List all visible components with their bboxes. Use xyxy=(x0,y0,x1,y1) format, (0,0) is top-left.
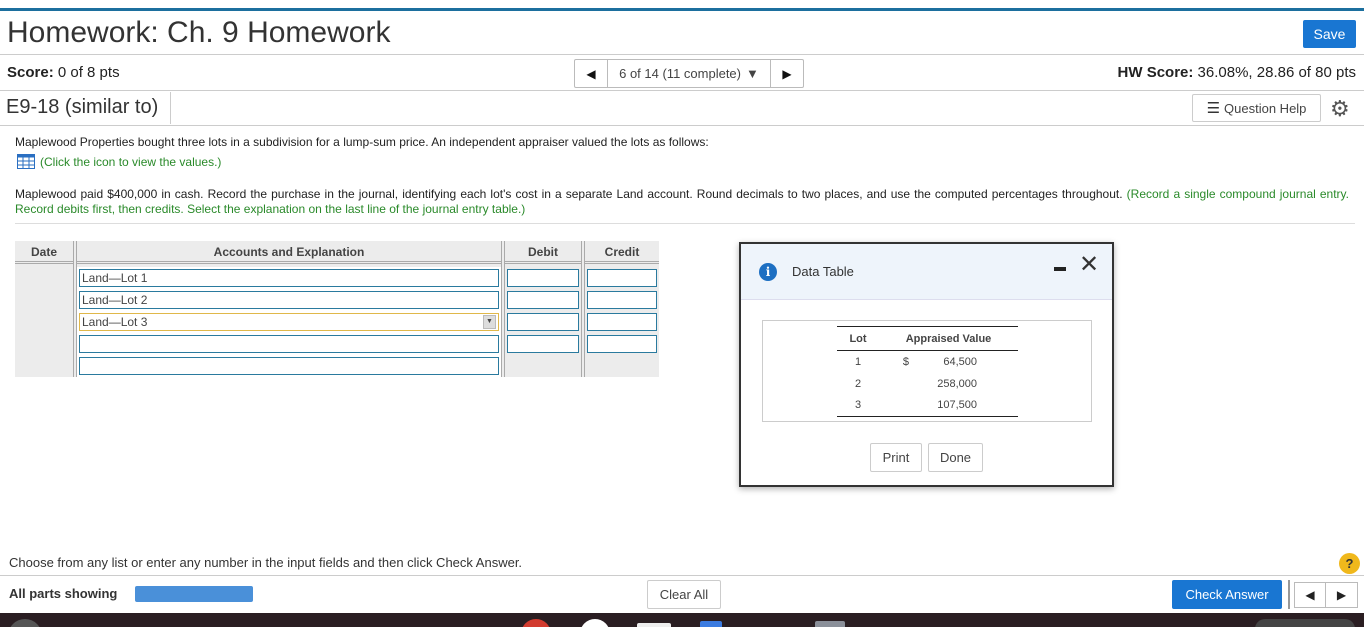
gear-icon[interactable]: ⚙ xyxy=(1330,96,1350,122)
done-button[interactable]: Done xyxy=(928,443,983,472)
prev-question-button[interactable]: ◀ xyxy=(575,60,607,87)
divider xyxy=(0,54,1364,55)
next-question-button[interactable]: ▶ xyxy=(1326,583,1357,607)
question-selector[interactable]: 6 of 14 (11 complete) ▼ xyxy=(607,60,771,87)
footer-navigator: ◀ ▶ xyxy=(1294,582,1358,608)
value-cell: 64,500 xyxy=(943,355,977,368)
info-icon: i xyxy=(759,263,777,281)
journal-table: Date Accounts and Explanation Debit Cred… xyxy=(15,241,659,377)
print-button[interactable]: Print xyxy=(870,443,922,472)
debit-input-3[interactable] xyxy=(507,313,579,331)
check-answer-button[interactable]: Check Answer xyxy=(1172,580,1282,609)
value-cell: 107,500 xyxy=(909,394,1018,417)
credit-input-1[interactable] xyxy=(587,269,657,287)
app-icon[interactable] xyxy=(637,623,671,627)
question-help-button[interactable]: ☰ Question Help xyxy=(1192,94,1321,122)
help-icon[interactable]: ? xyxy=(1339,553,1360,574)
column-divider xyxy=(581,241,585,377)
account-select-3[interactable]: Land—Lot 3 ▼ xyxy=(79,313,499,331)
credit-input-3[interactable] xyxy=(587,313,657,331)
divider xyxy=(1288,580,1290,609)
question-instructions: Maplewood paid $400,000 in cash. Record … xyxy=(15,187,1349,216)
header-credit: Credit xyxy=(585,241,659,264)
list-icon: ☰ xyxy=(1206,100,1221,117)
account-input-4[interactable] xyxy=(79,335,499,353)
hw-score: HW Score: 36.08%, 28.86 of 80 pts xyxy=(1117,64,1356,81)
app-icon[interactable] xyxy=(521,619,551,627)
currency-cell: $ xyxy=(902,355,909,368)
app-icon[interactable] xyxy=(700,621,722,627)
debit-input-1[interactable] xyxy=(507,269,579,287)
dropdown-arrow-icon[interactable]: ▼ xyxy=(483,315,496,329)
parts-progress-bar xyxy=(135,586,253,602)
divider xyxy=(170,92,171,124)
dialog-title: Data Table xyxy=(792,264,854,279)
save-button[interactable]: Save xyxy=(1303,20,1356,48)
header-accounts: Accounts and Explanation xyxy=(77,241,501,264)
dialog-header: i Data Table ✕ xyxy=(741,244,1112,300)
debit-input-4[interactable] xyxy=(507,335,579,353)
table-row: 2 258,000 xyxy=(837,373,1018,395)
page-title: Homework: Ch. 9 Homework xyxy=(7,16,391,49)
app-icon[interactable] xyxy=(815,621,845,627)
question-id: E9-18 (similar to) xyxy=(6,96,159,118)
values-table-box: Lot Appraised Value 1 $ 64,500 2 258,000… xyxy=(762,320,1092,422)
credit-input-2[interactable] xyxy=(587,291,657,309)
os-taskbar xyxy=(0,613,1364,627)
caret-down-icon: ▼ xyxy=(746,66,759,81)
next-question-button[interactable]: ▶ xyxy=(771,60,803,87)
lot-cell: 2 xyxy=(854,377,862,390)
all-parts-label: All parts showing xyxy=(9,586,118,601)
account-input-2[interactable]: Land—Lot 2 xyxy=(79,291,499,309)
question-intro: Maplewood Properties bought three lots i… xyxy=(15,135,709,149)
value-cell: 258,000 xyxy=(937,377,977,390)
launcher-icon[interactable] xyxy=(8,619,42,627)
account-input-1[interactable]: Land—Lot 1 xyxy=(79,269,499,287)
system-tray[interactable] xyxy=(1255,619,1355,627)
footer-instruction: Choose from any list or enter any number… xyxy=(9,555,523,570)
data-table-dialog: i Data Table ✕ Lot Appraised Value 1 $ 6… xyxy=(739,242,1114,487)
nav-status: 6 of 14 (11 complete) xyxy=(619,66,741,81)
lot-cell: 1 xyxy=(854,355,862,368)
close-icon[interactable]: ✕ xyxy=(1079,250,1099,279)
minimize-icon[interactable] xyxy=(1054,267,1066,271)
divider xyxy=(15,223,1355,224)
divider xyxy=(0,575,1364,576)
divider xyxy=(0,125,1364,126)
header-date: Date xyxy=(15,241,73,264)
col-value-header: Appraised Value xyxy=(879,326,1018,351)
clear-all-button[interactable]: Clear All xyxy=(647,580,721,609)
app-icon[interactable] xyxy=(580,619,610,627)
header-debit: Debit xyxy=(505,241,581,264)
top-accent-bar xyxy=(0,8,1364,11)
appraised-values-table: Lot Appraised Value 1 $ 64,500 2 258,000… xyxy=(837,326,1018,417)
prev-question-button[interactable]: ◀ xyxy=(1295,583,1327,607)
divider xyxy=(0,90,1364,91)
table-icon[interactable] xyxy=(17,154,35,169)
credit-input-4[interactable] xyxy=(587,335,657,353)
col-lot-header: Lot xyxy=(837,326,879,351)
table-row: 3 107,500 xyxy=(837,394,1018,417)
explanation-input[interactable] xyxy=(79,357,499,375)
table-row: 1 $ 64,500 xyxy=(837,351,1018,373)
debit-input-2[interactable] xyxy=(507,291,579,309)
score: Score: 0 of 8 pts xyxy=(7,64,120,81)
view-values-link[interactable]: (Click the icon to view the values.) xyxy=(17,154,221,169)
column-divider xyxy=(501,241,505,377)
question-navigator: ◀ 6 of 14 (11 complete) ▼ ▶ xyxy=(574,59,804,88)
lot-cell: 3 xyxy=(837,394,879,417)
